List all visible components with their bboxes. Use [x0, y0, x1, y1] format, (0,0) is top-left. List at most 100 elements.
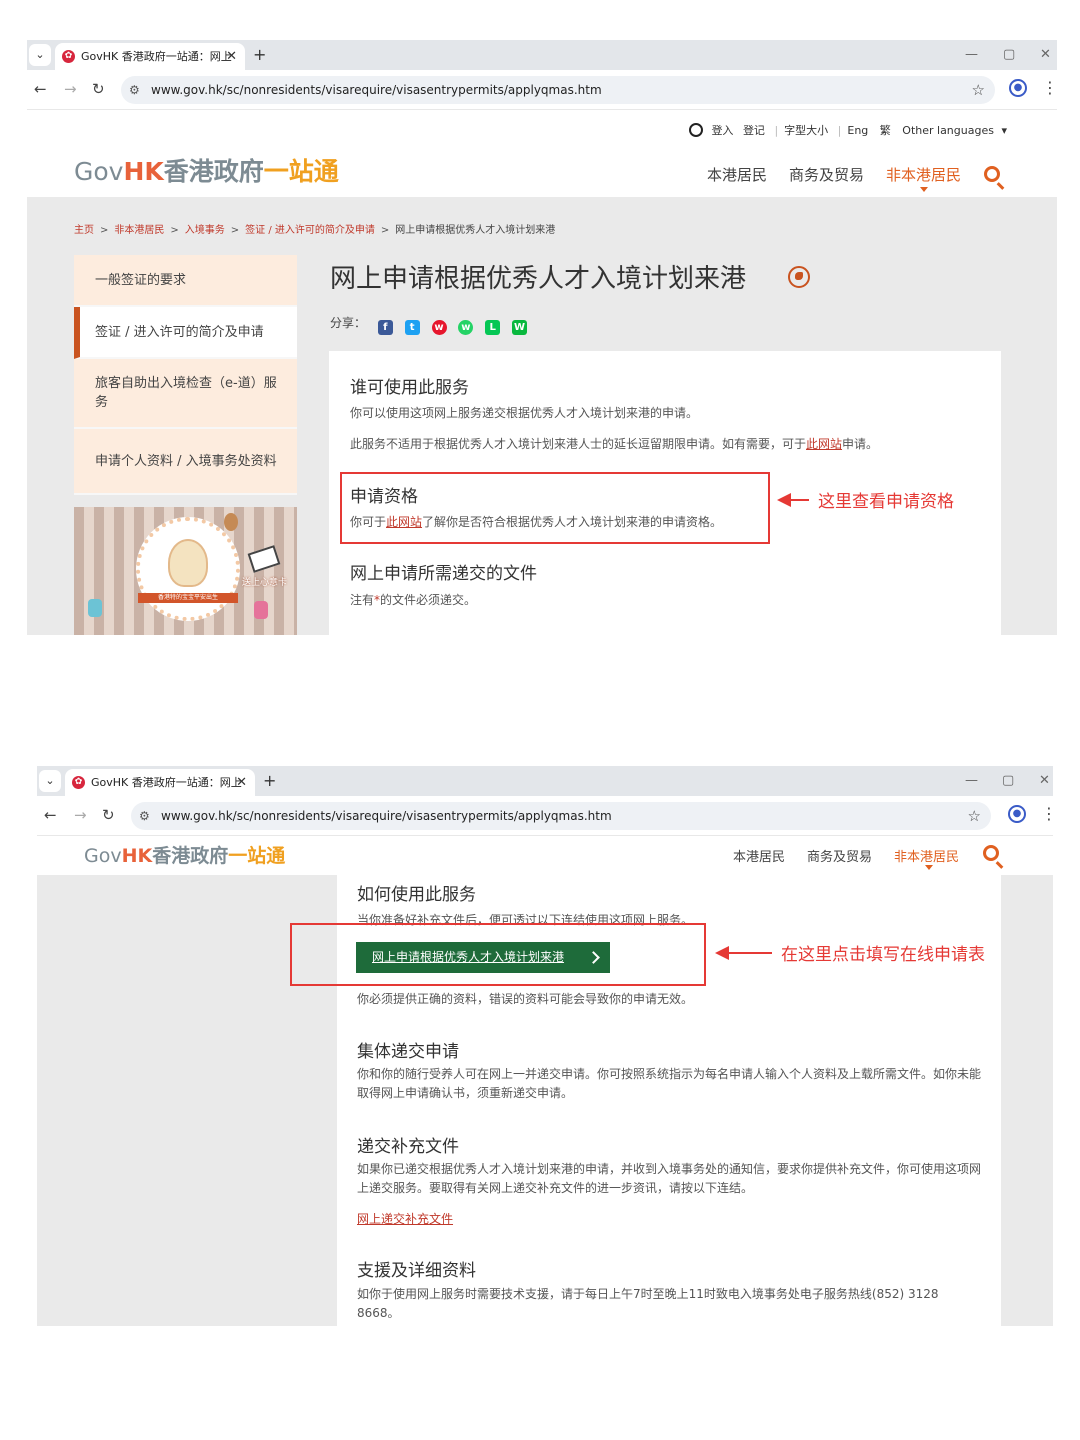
envelope-icon [247, 545, 281, 573]
breadcrumb-non-residents[interactable]: 非本港居民 [114, 225, 164, 236]
breadcrumb-current: 网上申请根据优秀人才入境计划来港 [395, 225, 556, 236]
nav-business[interactable]: 商务及贸易 [789, 164, 864, 185]
sidebar-item-visa-requirements[interactable]: 一般签证的要求 [74, 255, 297, 307]
close-tab-icon[interactable]: ✕ [226, 43, 237, 70]
close-window-icon[interactable]: ✕ [1040, 44, 1051, 66]
globe-icon [788, 266, 810, 288]
forward-icon[interactable]: → [74, 804, 87, 826]
browser-toolbar: ← → ↻ ⚙ www.gov.hk/sc/nonresidents/visar… [27, 70, 1057, 110]
nav-residents[interactable]: 本港居民 [733, 846, 785, 865]
extension-website-link[interactable]: 此网站 [806, 437, 842, 451]
greeting-card-banner[interactable]: 香港特的宝宝平安出生 送上心意卡 [74, 507, 297, 635]
govhk-favicon-icon: ✿ [72, 776, 85, 789]
breadcrumb-home[interactable]: 主页 [74, 225, 94, 236]
tab-search-button[interactable]: ⌄ [39, 770, 61, 792]
sidebar-item-e-channel[interactable]: 旅客自助出入境检查（e-道）服务 [74, 359, 297, 429]
apply-annotation: 在这里点击填写在线申请表 [781, 945, 985, 965]
breadcrumb-immigration[interactable]: 入境事务 [185, 225, 225, 236]
bear-icon [224, 513, 238, 531]
other-languages-dropdown[interactable]: Other languages [902, 124, 994, 137]
who-heading: 谁可使用此服务 [350, 378, 469, 398]
eligibility-paragraph: 你可于此网站了解你是否符合根据优秀人才入境计划来港的申请资格。 [350, 515, 723, 529]
share-bar: 分享： f t w w L W [330, 314, 527, 335]
browser-tab[interactable]: ✿ GovHK 香港政府一站通：网上 ✕ [55, 43, 245, 70]
sidebar-item-visa-applications[interactable]: 签证 / 进入许可的简介及申请 [74, 307, 297, 359]
restore-icon[interactable]: ▢ [1003, 44, 1015, 66]
search-icon[interactable] [983, 845, 999, 861]
sidebar: 一般签证的要求 签证 / 进入许可的简介及申请 旅客自助出入境检查（e-道）服务… [74, 255, 297, 495]
bookmark-star-icon[interactable]: ☆ [968, 804, 981, 828]
nav-residents[interactable]: 本港居民 [707, 164, 767, 185]
profile-icon[interactable]: ● [1008, 805, 1026, 823]
apply-arrow [715, 946, 772, 960]
main-nav: 本港居民 商务及贸易 非本港居民 [707, 164, 983, 185]
address-bar[interactable]: ⚙ www.gov.hk/sc/nonresidents/visarequire… [121, 76, 995, 104]
nav-business[interactable]: 商务及贸易 [807, 846, 872, 865]
reload-icon[interactable]: ↻ [102, 804, 115, 826]
address-bar[interactable]: ⚙ www.gov.hk/sc/nonresidents/visarequire… [131, 802, 991, 830]
screenshot-top: ⌄ ✿ GovHK 香港政府一站通：网上 ✕ + — ▢ ✕ ← → ↻ ⚙ w… [27, 40, 1057, 635]
govhk-logo[interactable]: GovHK香港政府一站通 [74, 152, 339, 188]
url-text[interactable]: www.gov.hk/sc/nonresidents/visarequire/v… [151, 76, 602, 104]
browser-toolbar: ← → ↻ ⚙ www.gov.hk/sc/nonresidents/visar… [37, 796, 1053, 836]
facebook-icon[interactable]: f [377, 320, 393, 335]
banner-text: 送上心意卡 [242, 578, 288, 588]
reload-icon[interactable]: ↻ [92, 78, 105, 100]
restore-icon[interactable]: ▢ [1002, 770, 1014, 792]
english-link[interactable]: Eng [847, 124, 868, 137]
font-size-link[interactable]: 字型大小 [784, 124, 828, 137]
eligibility-annotation: 这里查看申请资格 [818, 492, 954, 512]
new-tab-icon[interactable]: + [253, 43, 266, 67]
support-heading: 支援及详细资料 [357, 1261, 476, 1281]
bookmark-star-icon[interactable]: ☆ [972, 78, 985, 102]
group-paragraph: 你和你的随行受养人可在网上一并递交申请。你可按照系统指示为每名申请人输入个人资料… [357, 1067, 982, 1100]
search-icon[interactable] [984, 166, 1000, 182]
user-icon [689, 123, 704, 137]
weibo-icon[interactable]: w [431, 320, 447, 335]
traditional-chinese-link[interactable]: 繁 [880, 124, 891, 137]
share-label: 分享： [330, 316, 367, 330]
supplement-paragraph: 如果你已递交根据优秀人才入境计划来港的申请，并收到入境事务处的通知信，要求你提供… [357, 1162, 982, 1195]
more-menu-icon[interactable]: ⋮ [1041, 804, 1053, 824]
browser-tab[interactable]: ✿ GovHK 香港政府一站通：网上 ✕ [65, 769, 255, 796]
sidebar-item-personal-data[interactable]: 申请个人资料 / 入境事务处资料 [74, 429, 297, 495]
back-icon[interactable]: ← [34, 78, 47, 100]
twitter-icon[interactable]: t [404, 320, 420, 335]
wechat-icon[interactable]: W [511, 320, 527, 335]
login-link[interactable]: 登入 [711, 124, 733, 137]
close-tab-icon[interactable]: ✕ [236, 769, 247, 796]
eligibility-website-link[interactable]: 此网站 [386, 515, 422, 529]
close-window-icon[interactable]: ✕ [1039, 770, 1050, 792]
breadcrumb-visas[interactable]: 签证 / 进入许可的简介及申请 [245, 225, 375, 236]
minimize-icon[interactable]: — [965, 44, 978, 66]
baby-illustration-icon [168, 539, 208, 587]
back-icon[interactable]: ← [44, 804, 57, 826]
supplement-link[interactable]: 网上递交补充文件 [357, 1210, 453, 1227]
whatsapp-icon[interactable]: w [458, 320, 474, 335]
apply-highlight-box [290, 923, 706, 986]
govhk-logo[interactable]: GovHK香港政府一站通 [84, 841, 285, 868]
line-icon[interactable]: L [485, 320, 501, 335]
tab-bar: ⌄ ✿ GovHK 香港政府一站通：网上 ✕ + — ▢ ✕ [27, 40, 1057, 70]
profile-icon[interactable]: ● [1009, 79, 1027, 97]
nav-non-residents[interactable]: 非本港居民 [894, 846, 959, 865]
breadcrumb: 主页 > 非本港居民 > 入境事务 > 签证 / 进入许可的简介及申请 > 网上申请根据优秀人才… [74, 225, 556, 236]
nav-non-residents[interactable]: 非本港居民 [886, 164, 961, 185]
site-settings-icon[interactable]: ⚙ [129, 80, 140, 100]
page-title: 网上申请根据优秀人才入境计划来港 [330, 264, 747, 294]
more-menu-icon[interactable]: ⋮ [1042, 78, 1057, 98]
chevron-down-icon: ▾ [1001, 124, 1007, 137]
sock-icon [254, 601, 268, 619]
screenshot-bottom: ⌄ ✿ GovHK 香港政府一站通：网上 ✕ + — ▢ ✕ ← → ↻ ⚙ w… [37, 766, 1053, 1326]
supplement-heading: 递交补充文件 [357, 1137, 459, 1157]
minimize-icon[interactable]: — [965, 770, 978, 792]
tab-search-button[interactable]: ⌄ [29, 44, 51, 66]
register-link[interactable]: 登记 [743, 124, 765, 137]
site-settings-icon[interactable]: ⚙ [139, 806, 150, 826]
eligibility-arrow [777, 493, 809, 507]
new-tab-icon[interactable]: + [263, 769, 276, 793]
active-nav-indicator [925, 865, 933, 870]
forward-icon[interactable]: → [64, 78, 77, 100]
url-text[interactable]: www.gov.hk/sc/nonresidents/visarequire/v… [161, 802, 612, 830]
utility-bar: 登入 登记 | 字型大小 | Eng 繁 Other languages ▾ [689, 122, 1007, 138]
